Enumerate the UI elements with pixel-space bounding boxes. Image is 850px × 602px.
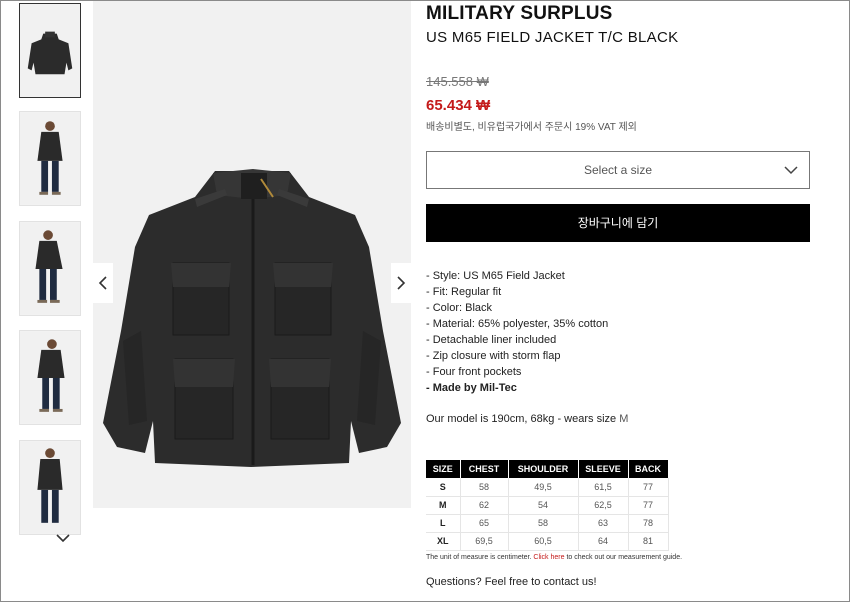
- measurement-note-text-after: to check out our measurement guide.: [564, 554, 683, 561]
- thumbnail-model-4[interactable]: [19, 440, 81, 535]
- size-chart-table: SIZE CHEST SHOULDER SLEEVE BACK S 58 49,…: [426, 460, 669, 551]
- table-cell: L: [426, 514, 461, 533]
- table-cell: 62: [460, 496, 509, 515]
- jacket-thumbnail-image: [20, 4, 80, 97]
- thumbnail-jacket-front[interactable]: [19, 3, 81, 98]
- table-cell: XL: [426, 532, 461, 551]
- model-thumbnail-image: [20, 331, 80, 424]
- feature-item: - Fit: Regular fit: [426, 286, 502, 298]
- measurement-note: The unit of measure is centimeter. Click…: [426, 554, 682, 561]
- table-cell: 61,5: [578, 478, 629, 497]
- header-size: SIZE: [426, 460, 461, 478]
- table-cell: 60,5: [508, 532, 579, 551]
- size-select[interactable]: Select a size: [426, 151, 810, 189]
- feature-item: - Style: US M65 Field Jacket: [426, 270, 565, 282]
- table-cell: 54: [508, 496, 579, 515]
- thumbnail-model-2[interactable]: [19, 221, 81, 316]
- chevron-down-icon: [784, 166, 798, 175]
- table-cell: S: [426, 478, 461, 497]
- sale-price: 65.434 ₩: [426, 97, 491, 114]
- original-price: 145.558 ₩: [426, 74, 489, 89]
- header-chest: CHEST: [460, 460, 509, 478]
- main-product-image: [93, 1, 411, 508]
- feature-item: - Material: 65% polyester, 35% cotton: [426, 318, 609, 330]
- table-cell: 63: [578, 514, 629, 533]
- product-title: US M65 FIELD JACKET T/C BLACK: [426, 29, 679, 46]
- add-to-cart-button[interactable]: 장바구니에 담기: [426, 204, 810, 242]
- product-page: MILITARY SURPLUS US M65 FIELD JACKET T/C…: [0, 0, 850, 602]
- model-size-note: Our model is 190cm, 68kg - wears size M: [426, 413, 628, 425]
- table-cell: 77: [628, 496, 669, 515]
- table-cell: 78: [628, 514, 669, 533]
- table-cell: 58: [508, 514, 579, 533]
- table-row: M 62 54 62,5 77: [426, 496, 669, 515]
- model-thumbnail-image: [20, 112, 80, 205]
- model-thumbnail-image: [20, 222, 80, 315]
- table-cell: 81: [628, 532, 669, 551]
- next-image-button[interactable]: [391, 263, 411, 303]
- table-cell: 69,5: [460, 532, 509, 551]
- table-cell: 62,5: [578, 496, 629, 515]
- brand-name: MILITARY SURPLUS: [426, 3, 613, 24]
- measurement-guide-link[interactable]: Click here: [533, 554, 564, 561]
- header-sleeve: SLEEVE: [578, 460, 629, 478]
- header-shoulder: SHOULDER: [508, 460, 579, 478]
- thumbnail-model-3[interactable]: [19, 330, 81, 425]
- measurement-note-text: The unit of measure is centimeter.: [426, 554, 534, 561]
- feature-item: - Detachable liner included: [426, 334, 557, 346]
- table-cell: 49,5: [508, 478, 579, 497]
- table-row: S 58 49,5 61,5 77: [426, 478, 669, 497]
- size-select-placeholder: Select a size: [583, 163, 653, 177]
- table-cell: 58: [460, 478, 509, 497]
- header-back: BACK: [628, 460, 669, 478]
- previous-image-button[interactable]: [93, 263, 113, 303]
- table-row: XL 69,5 60,5 64 81: [426, 532, 669, 551]
- table-cell: 77: [628, 478, 669, 497]
- contact-prompt: Questions? Feel free to contact us!: [426, 576, 597, 588]
- jacket-image: [103, 169, 401, 467]
- feature-item: - Four front pockets: [426, 366, 522, 378]
- table-cell: 64: [578, 532, 629, 551]
- feature-item: - Made by Mil-Tec: [426, 382, 517, 394]
- model-note-text: Our model is 190cm, 68kg - wears size: [426, 413, 620, 425]
- table-row: L 65 58 63 78: [426, 514, 669, 533]
- model-note-size: M: [619, 413, 629, 425]
- size-chart-header-row: SIZE CHEST SHOULDER SLEEVE BACK: [426, 460, 669, 478]
- table-cell: M: [426, 496, 461, 515]
- table-cell: 65: [460, 514, 509, 533]
- chevron-left-icon: [98, 276, 107, 290]
- model-thumbnail-image: [20, 441, 80, 534]
- chevron-down-icon[interactable]: [55, 531, 71, 545]
- feature-list: - Style: US M65 Field Jacket - Fit: Regu…: [426, 268, 608, 396]
- feature-item: - Color: Black: [426, 302, 493, 314]
- feature-item: - Zip closure with storm flap: [426, 350, 561, 362]
- shipping-vat-note: 배송비별도, 비유럽국가에서 주문시 19% VAT 제외: [426, 122, 637, 133]
- chevron-right-icon: [397, 276, 406, 290]
- thumbnail-model-1[interactable]: [19, 111, 81, 206]
